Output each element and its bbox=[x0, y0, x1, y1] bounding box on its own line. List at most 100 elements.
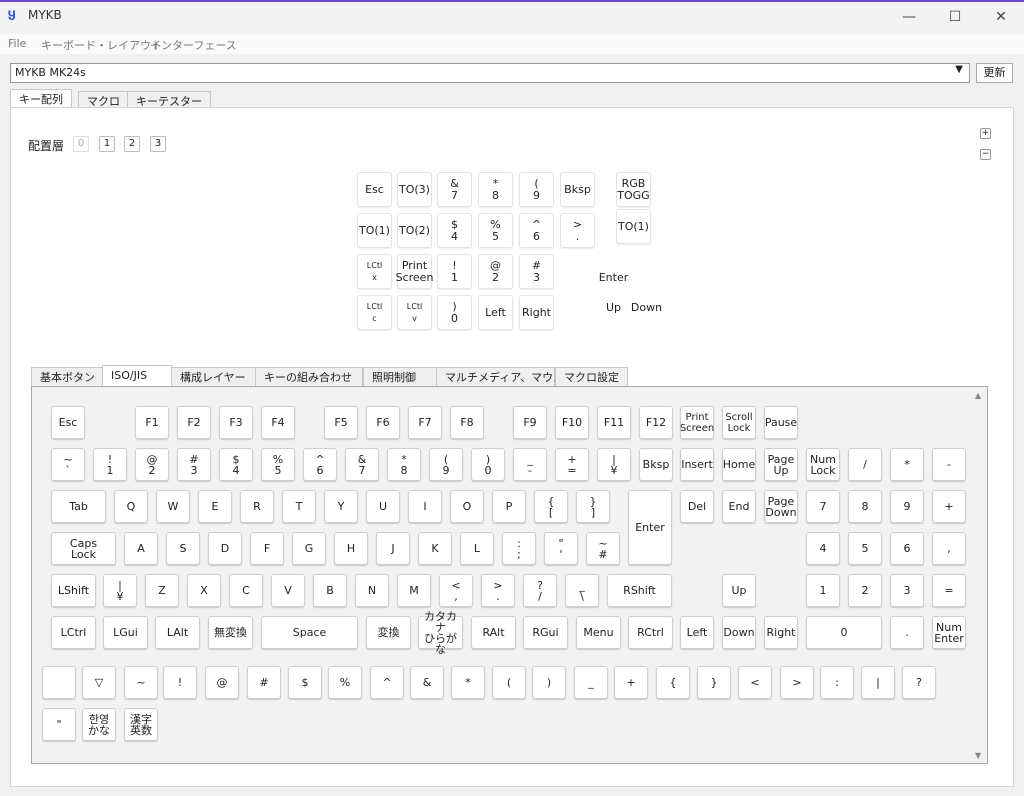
picker-key-117[interactable]: # bbox=[247, 666, 281, 699]
picker-key-33[interactable]: Page Up bbox=[764, 448, 798, 481]
layout-key-6[interactable]: RGB TOGG bbox=[616, 172, 651, 207]
picker-key-101[interactable]: カタカナ ひらがな bbox=[418, 611, 463, 655]
picker-key-39[interactable]: Q bbox=[114, 490, 148, 523]
layout-key-11[interactable]: ^ 6 bbox=[519, 213, 554, 248]
picker-key-73[interactable]: 5 bbox=[848, 532, 882, 565]
menu-keyboard-layout[interactable]: キーボード・レイアウト bbox=[41, 37, 162, 53]
picker-key-133[interactable]: ? bbox=[902, 666, 936, 699]
picker-key-63[interactable]: F bbox=[250, 532, 284, 565]
picker-key-80[interactable]: C bbox=[229, 574, 263, 607]
picker-key-32[interactable]: Home bbox=[722, 448, 756, 481]
picker-key-11[interactable]: F11 bbox=[597, 406, 631, 439]
picker-key-66[interactable]: J bbox=[376, 532, 410, 565]
picker-key-120[interactable]: ^ bbox=[370, 666, 404, 699]
picker-key-92[interactable]: 2 bbox=[848, 574, 882, 607]
picker-key-58[interactable]: + bbox=[932, 490, 966, 523]
key-tab-5[interactable]: マルチメディア、マウス bbox=[436, 367, 564, 387]
picker-key-42[interactable]: R bbox=[240, 490, 274, 523]
picker-key-88[interactable]: _ \ bbox=[565, 574, 599, 607]
layout-key-21[interactable]: LCtl v bbox=[397, 295, 432, 330]
picker-key-103[interactable]: RGui bbox=[523, 616, 568, 649]
picker-key-49[interactable]: { [ bbox=[534, 490, 568, 523]
picker-key-91[interactable]: 1 bbox=[806, 574, 840, 607]
key-tab-1[interactable]: ISO/JIS bbox=[102, 365, 172, 387]
picker-key-76[interactable]: LShift bbox=[51, 574, 96, 607]
picker-key-26[interactable]: ) 0 bbox=[471, 448, 505, 481]
layer-button-2[interactable]: 2 bbox=[124, 136, 140, 152]
picker-key-6[interactable]: F6 bbox=[366, 406, 400, 439]
layout-key-24[interactable]: Right bbox=[519, 295, 554, 330]
picker-key-14[interactable]: Scroll Lock bbox=[722, 406, 756, 439]
picker-key-116[interactable]: @ bbox=[205, 666, 239, 699]
picker-key-104[interactable]: Menu bbox=[576, 616, 621, 649]
picker-key-1[interactable]: F1 bbox=[135, 406, 169, 439]
picker-key-31[interactable]: Insert bbox=[680, 448, 714, 481]
picker-key-52[interactable]: Del bbox=[680, 490, 714, 523]
picker-key-47[interactable]: O bbox=[450, 490, 484, 523]
picker-key-22[interactable]: ^ 6 bbox=[303, 448, 337, 481]
layout-key-5[interactable]: Bksp bbox=[560, 172, 595, 207]
picker-key-114[interactable]: ~ bbox=[124, 666, 158, 699]
picker-key-83[interactable]: N bbox=[355, 574, 389, 607]
layout-key-25[interactable]: Up bbox=[596, 290, 631, 325]
picker-key-60[interactable]: A bbox=[124, 532, 158, 565]
picker-key-81[interactable]: V bbox=[271, 574, 305, 607]
picker-key-129[interactable]: < bbox=[738, 666, 772, 699]
layout-key-13[interactable]: TO(1) bbox=[616, 209, 651, 244]
menu-interface[interactable]: インターフェース bbox=[150, 37, 237, 53]
picker-key-105[interactable]: RCtrl bbox=[628, 616, 673, 649]
close-button[interactable]: ✕ bbox=[978, 4, 1024, 30]
layout-key-22[interactable]: ) 0 bbox=[437, 295, 472, 330]
picker-key-30[interactable]: Bksp bbox=[639, 448, 673, 481]
picker-key-74[interactable]: 6 bbox=[890, 532, 924, 565]
picker-key-78[interactable]: Z bbox=[145, 574, 179, 607]
refresh-button[interactable]: 更新 bbox=[976, 63, 1013, 83]
picker-key-64[interactable]: G bbox=[292, 532, 326, 565]
minimize-button[interactable]: — bbox=[886, 4, 932, 30]
picker-key-53[interactable]: End bbox=[722, 490, 756, 523]
picker-key-109[interactable]: 0 bbox=[806, 616, 882, 649]
picker-key-56[interactable]: 8 bbox=[848, 490, 882, 523]
layout-key-7[interactable]: TO(1) bbox=[357, 213, 392, 248]
layer-button-0[interactable]: 0 bbox=[73, 136, 89, 152]
zoom-out-button[interactable]: − bbox=[980, 149, 991, 160]
picker-key-10[interactable]: F10 bbox=[555, 406, 589, 439]
layout-key-16[interactable]: ! 1 bbox=[437, 254, 472, 289]
picker-key-77[interactable]: | ¥ bbox=[103, 574, 137, 607]
picker-key-18[interactable]: @ 2 bbox=[135, 448, 169, 481]
picker-key-123[interactable]: ( bbox=[492, 666, 526, 699]
key-tab-2[interactable]: 構成レイヤー bbox=[171, 367, 256, 387]
picker-key-67[interactable]: K bbox=[418, 532, 452, 565]
picker-key-79[interactable]: X bbox=[187, 574, 221, 607]
picker-key-136[interactable]: 漢字 英数 bbox=[124, 708, 158, 741]
picker-key-75[interactable]: , bbox=[932, 532, 966, 565]
layout-key-10[interactable]: % 5 bbox=[478, 213, 513, 248]
picker-key-5[interactable]: F5 bbox=[324, 406, 358, 439]
picker-key-44[interactable]: Y bbox=[324, 490, 358, 523]
picker-key-132[interactable]: | bbox=[861, 666, 895, 699]
picker-key-89[interactable]: RShift bbox=[607, 574, 672, 607]
picker-key-9[interactable]: F9 bbox=[513, 406, 547, 439]
picker-key-29[interactable]: | ¥ bbox=[597, 448, 631, 481]
picker-key-37[interactable]: - bbox=[932, 448, 966, 481]
picker-key-70[interactable]: " ' bbox=[544, 532, 578, 565]
picker-key-4[interactable]: F4 bbox=[261, 406, 295, 439]
picker-key-86[interactable]: > . bbox=[481, 574, 515, 607]
layer-button-3[interactable]: 3 bbox=[150, 136, 166, 152]
picker-key-17[interactable]: ! 1 bbox=[93, 448, 127, 481]
picker-key-38[interactable]: Tab bbox=[51, 490, 106, 523]
picker-key-100[interactable]: 変換 bbox=[366, 616, 411, 649]
device-select[interactable]: MYKB MK24s ▼ bbox=[10, 63, 970, 83]
picker-key-135[interactable]: 한영 かな bbox=[82, 708, 116, 741]
picker-key-113[interactable]: ▽ bbox=[82, 666, 116, 699]
picker-key-13[interactable]: Print Screen bbox=[680, 406, 714, 439]
picker-key-108[interactable]: Right bbox=[764, 616, 798, 649]
picker-key-27[interactable]: _ - bbox=[513, 448, 547, 481]
picker-key-71[interactable]: ~ # bbox=[586, 532, 620, 565]
picker-key-124[interactable]: ) bbox=[532, 666, 566, 699]
picker-key-96[interactable]: LGui bbox=[103, 616, 148, 649]
scroll-up-icon[interactable]: ▲ bbox=[975, 391, 981, 400]
picker-key-87[interactable]: ? / bbox=[523, 574, 557, 607]
picker-key-110[interactable]: . bbox=[890, 616, 924, 649]
picker-key-94[interactable]: = bbox=[932, 574, 966, 607]
